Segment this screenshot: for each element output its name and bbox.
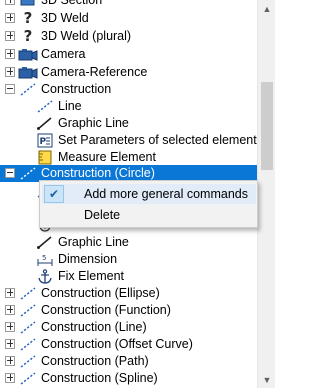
checkmark-icon: ✔ [44, 185, 64, 203]
plus-box-icon[interactable] [5, 67, 15, 77]
tree-item-fix-element[interactable]: Fix Element [0, 268, 257, 285]
svg-text:P: P [40, 137, 47, 147]
menu-item-delete[interactable]: Delete [42, 205, 256, 225]
tree-item-label: Construction (Path) [41, 354, 149, 368]
parameters-icon: P [35, 132, 55, 149]
plus-box-icon[interactable] [5, 288, 15, 298]
camera-icon [18, 64, 38, 81]
tree-item-label: Construction [41, 82, 112, 96]
dimension-icon: 5 [35, 251, 55, 268]
scroll-down-arrow[interactable]: ▼ [258, 371, 276, 388]
measure-icon [35, 149, 55, 166]
tree-item-measure-element[interactable]: Measure Element [0, 149, 257, 166]
tree-item-label: Line [58, 99, 82, 113]
vertical-scrollbar[interactable]: ▲ ▼ [257, 0, 275, 388]
tree-item-construction-spline[interactable]: Construction (Spline) [0, 370, 257, 387]
menu-item-label: Add more general commands [84, 187, 248, 201]
section-icon [18, 0, 38, 9]
tree-item-construction-path[interactable]: Construction (Path) [0, 353, 257, 370]
context-menu: ✔ Add more general commands Delete [39, 180, 258, 228]
dashed-line-icon [18, 319, 38, 336]
graphic-line-icon [35, 115, 55, 132]
tree-item-label: Construction (Function) [41, 303, 171, 317]
tree-item-label: Camera [41, 47, 86, 61]
tree-item-construction-line[interactable]: Construction (Line) [0, 319, 257, 336]
tree-item-label: Graphic Line [58, 235, 129, 249]
graphic-line-icon [35, 234, 55, 251]
tree-item-label: Graphic Line [58, 116, 129, 130]
tree-item-label: Set Parameters of selected element [58, 133, 257, 147]
tree-item-label: 3D Weld (plural) [41, 29, 132, 43]
plus-box-icon[interactable] [5, 305, 15, 315]
tree-item-label: Construction (Spline) [41, 371, 158, 385]
scroll-thumb[interactable] [261, 82, 273, 170]
tree-item-set-parameters[interactable]: P Set Parameters of selected element [0, 132, 257, 149]
tree-item-label: Construction (Ellipse) [41, 286, 160, 300]
scroll-up-arrow[interactable]: ▲ [258, 0, 276, 17]
dashed-line-icon [18, 353, 38, 370]
plus-box-icon[interactable] [5, 31, 15, 41]
tree-item-label: Fix Element [58, 269, 124, 283]
plus-box-icon[interactable] [5, 49, 15, 59]
plus-box-icon[interactable] [5, 322, 15, 332]
dashed-line-icon [18, 370, 38, 387]
line-icon [35, 98, 55, 115]
tree-item-3d-section[interactable]: 3D Section [0, 0, 257, 9]
svg-text:5: 5 [42, 254, 46, 262]
tree-item-label: 3D Weld [41, 11, 89, 25]
dashed-line-icon [18, 336, 38, 353]
tree-item-label: Measure Element [58, 150, 156, 164]
plus-box-icon[interactable] [5, 356, 15, 366]
dashed-line-icon [18, 285, 38, 302]
minus-box-icon[interactable] [5, 168, 15, 178]
tree-item-label: Construction (Offset Curve) [41, 337, 193, 351]
tree-item-label: Construction (Line) [41, 320, 147, 334]
tree-item-label: Dimension [58, 252, 118, 266]
tree-item-3d-weld-plural[interactable]: ? 3D Weld (plural) [0, 28, 257, 45]
tree-item-label: Camera-Reference [41, 65, 148, 79]
dashed-line-icon [18, 81, 38, 98]
dashed-line-icon [18, 302, 38, 319]
anchor-icon [35, 268, 55, 285]
question-mark-icon: ? [23, 9, 33, 27]
plus-box-icon[interactable] [5, 339, 15, 349]
tree-item-construction-ellipse[interactable]: Construction (Ellipse) [0, 285, 257, 302]
tree-item-camera[interactable]: Camera [0, 46, 257, 63]
tree-item-3d-weld[interactable]: ? 3D Weld [0, 10, 257, 27]
minus-box-icon[interactable] [5, 84, 15, 94]
question-mark-icon: ? [23, 27, 33, 45]
tree-item-camera-reference[interactable]: Camera-Reference [0, 64, 257, 81]
tree-item-line[interactable]: Line [0, 98, 257, 115]
tree-item-dimension[interactable]: 5 Dimension [0, 251, 257, 268]
tree-item-construction-offset-curve[interactable]: Construction (Offset Curve) [0, 336, 257, 353]
plus-box-icon[interactable] [5, 373, 15, 383]
tree-item-graphic-line[interactable]: Graphic Line [0, 115, 257, 132]
tree-item-construction-function[interactable]: Construction (Function) [0, 302, 257, 319]
plus-box-icon[interactable] [5, 0, 15, 5]
menu-item-label: Delete [84, 208, 121, 222]
camera-icon [18, 46, 38, 63]
tree-item-construction[interactable]: Construction [0, 81, 257, 98]
plus-box-icon[interactable] [5, 13, 15, 23]
tree-item-graphic-line-2[interactable]: Graphic Line [0, 234, 257, 251]
dashed-line-icon [18, 165, 38, 182]
tree-item-label: 3D Section [41, 0, 103, 7]
menu-item-add-more-general-commands[interactable]: ✔ Add more general commands [42, 184, 256, 204]
